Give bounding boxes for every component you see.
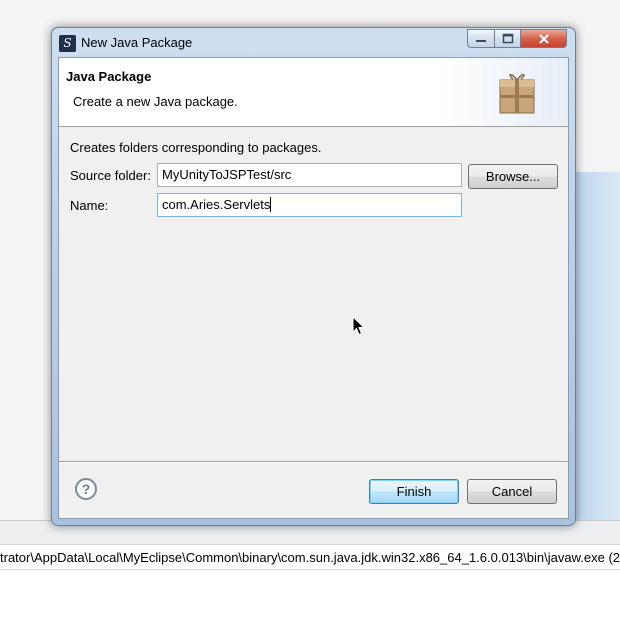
wizard-header: Java Package Create a new Java package. — [59, 58, 568, 127]
button-bar-separator — [59, 461, 568, 462]
maximize-icon — [502, 33, 513, 44]
title-bar[interactable]: S New Java Package — [52, 28, 575, 58]
mouse-pointer-icon — [352, 316, 366, 336]
browse-button[interactable]: Browse... — [468, 164, 558, 189]
package-name-value: com.Aries.Servlets — [162, 197, 271, 212]
finish-button[interactable]: Finish — [369, 479, 459, 504]
console-output: trator\AppData\Local\MyEclipse\Common\bi… — [0, 544, 620, 570]
close-button[interactable] — [520, 29, 567, 48]
source-folder-input[interactable]: MyUnityToJSPTest/src — [157, 163, 462, 187]
wizard-description: Create a new Java package. — [73, 94, 238, 109]
close-icon — [538, 34, 549, 44]
dialog-client-area: Java Package Create a new Java package. … — [58, 57, 569, 519]
package-name-input[interactable]: com.Aries.Servlets — [157, 193, 462, 217]
dialog-title: New Java Package — [81, 35, 193, 50]
console-path-text: trator\AppData\Local\MyEclipse\Common\bi… — [0, 550, 620, 565]
name-label: Name: — [70, 198, 109, 213]
help-icon[interactable]: ? — [75, 478, 97, 500]
source-folder-value: MyUnityToJSPTest/src — [162, 167, 292, 182]
wizard-title: Java Package — [66, 69, 152, 84]
maximize-button[interactable] — [494, 29, 520, 48]
new-java-package-dialog: S New Java Package Java Package Create a… — [51, 27, 576, 526]
myeclipse-icon: S — [59, 35, 76, 52]
minimize-button[interactable] — [467, 29, 494, 48]
package-icon — [499, 73, 535, 114]
cancel-button[interactable]: Cancel — [467, 479, 557, 504]
source-folder-label: Source folder: — [70, 168, 151, 183]
minimize-icon — [476, 40, 486, 42]
text-caret — [270, 197, 272, 212]
wizard-message: Creates folders corresponding to package… — [70, 140, 322, 155]
